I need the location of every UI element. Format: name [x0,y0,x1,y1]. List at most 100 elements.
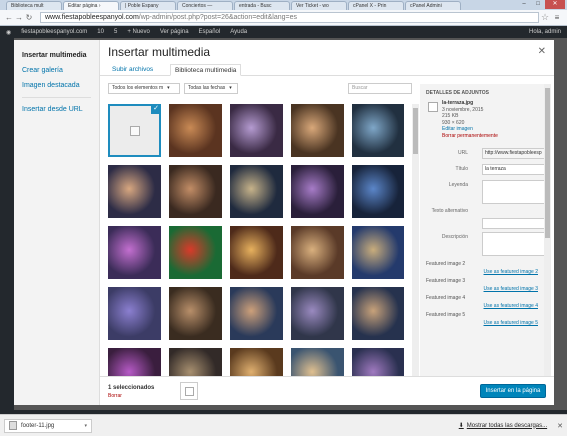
adminbar-site[interactable]: fiestapobleespanyol.com [21,29,87,35]
field-description: Descripción [426,232,546,258]
close-icon[interactable]: ✕ [557,422,563,430]
menu-insert-media[interactable]: Insertar multimedia [14,48,99,63]
tab-media-library[interactable]: Biblioteca multimedia [170,64,242,76]
menu-featured-image[interactable]: Imagen destacada [14,78,99,93]
attachment-thumbnail[interactable] [230,348,283,376]
attachment-thumbnail[interactable] [291,104,344,157]
browser-tab[interactable]: Biblioteca mult [6,1,62,10]
broken-image-icon [185,387,194,396]
adminbar-view[interactable]: Ver página [160,29,189,35]
browser-tab[interactable]: | Poble Espany [120,1,176,10]
attachment-thumbnail[interactable] [169,226,222,279]
browser-tab[interactable]: Editar página › [63,1,119,10]
attachment-thumbnail[interactable] [291,226,344,279]
details-text: la-terraza.jpg 3 noviembre, 2015 215 KB … [442,100,498,139]
minimize-icon[interactable]: – [517,0,531,9]
clear-selection-link[interactable]: Borrar [108,393,122,399]
adminbar-help[interactable]: Ayuda [230,29,247,35]
use-as-featured-link[interactable]: Use as featured image 2 [426,269,540,275]
attachment-thumbnail[interactable] [352,348,404,376]
use-as-featured-link[interactable]: Use as featured image 4 [426,303,540,309]
attachment-thumbnail[interactable] [108,348,161,376]
attachment-thumbnail[interactable] [230,287,283,340]
attachment-thumbnail[interactable] [230,165,283,218]
attachment-thumbnail[interactable] [352,287,404,340]
attachment-thumbnail[interactable] [169,348,222,376]
wp-logo-icon[interactable]: ◉ [6,29,11,36]
details-thumbnail [428,102,438,112]
details-scrollbar-thumb[interactable] [545,88,550,238]
attachment-thumbnail[interactable] [291,348,344,376]
attachment-thumbnail[interactable] [169,104,222,157]
back-icon[interactable]: ← [4,13,14,22]
reload-icon[interactable]: ↻ [24,13,34,22]
attachment-thumbnail[interactable] [352,165,404,218]
grid-scrollbar[interactable] [412,104,419,376]
featured-image-row: Featured image 2 Use as featured image 2 [426,261,540,275]
bookmark-star-icon[interactable]: ☆ [539,12,551,23]
forward-icon[interactable]: → [14,13,24,22]
attachment-thumbnail[interactable] [108,226,161,279]
delete-permanently-link[interactable]: Borrar permanentemente [442,133,498,140]
adminbar-comments[interactable]: 5 [114,29,117,35]
caption-textarea[interactable] [482,180,546,204]
menu-insert-from-url[interactable]: Insertar desde URL [14,102,99,117]
attachment-thumbnail[interactable] [291,165,344,218]
maximize-icon[interactable]: □ [531,0,545,9]
attachment-thumbnail[interactable]: ✓ [108,104,161,157]
details-scrollbar[interactable] [544,84,551,376]
media-toolbar: 1 seleccionados Borrar Insertar en la pá… [100,376,554,405]
field-caption: Leyenda [426,180,546,206]
adminbar-greeting[interactable]: Hola, admin [529,29,561,35]
attachment-thumbnail[interactable] [108,287,161,340]
featured-image-label: Featured image 2 [426,261,466,267]
selection-thumbnail[interactable] [180,382,198,400]
browser-tab[interactable]: cPanel Admini [405,1,461,10]
url-field-input[interactable]: http://www.fiestapobleesp [482,148,546,159]
field-caption-label: Leyenda [448,182,468,188]
show-all-downloads-label: Mostrar todas las descargas... [466,422,548,429]
attachment-thumbnail[interactable] [169,165,222,218]
chevron-down-icon[interactable]: ▾ [84,423,87,429]
attachment-thumbnail[interactable] [230,104,283,157]
insert-into-page-button[interactable]: Insertar en la página [480,384,546,398]
adminbar-lang[interactable]: Español [199,29,221,35]
media-router: Subir archivos Biblioteca multimedia [100,60,554,76]
download-item[interactable]: footer-11.jpg ▾ [4,418,92,433]
file-icon [9,421,17,430]
attachments-grid: ✓ [108,104,404,376]
use-as-featured-link[interactable]: Use as featured image 5 [426,320,540,326]
attachment-thumbnail[interactable] [352,104,404,157]
description-textarea[interactable] [482,232,546,256]
close-icon[interactable]: ✕ [538,46,546,57]
adminbar-updates[interactable]: 10 [97,29,104,35]
browser-tab[interactable]: Ver Ticket - wo [291,1,347,10]
modal-title: Insertar multimedia [108,45,211,59]
show-all-downloads-link[interactable]: ⬇ Mostrar todas las descargas... [459,422,548,430]
browser-tab[interactable]: Conciertos — [177,1,233,10]
grid-scrollbar-thumb[interactable] [413,108,418,154]
wp-admin-sidebar [0,38,14,410]
menu-create-gallery[interactable]: Crear galería [14,63,99,78]
alt-text-input[interactable] [482,218,546,229]
tab-upload-files[interactable]: Subir archivos [108,64,157,76]
url-field[interactable]: www.fiestapobleespanyol.com/wp-admin/pos… [40,12,539,23]
featured-image-row: Featured image 5 Use as featured image 5 [426,312,540,326]
title-field-input[interactable]: la terraza [482,164,546,175]
attachment-thumbnail[interactable] [169,287,222,340]
browser-menu-icon[interactable]: ≡ [551,13,563,22]
type-filter-select[interactable]: Todos los elementos m ▾ [108,83,180,94]
search-input[interactable]: Buscar [348,83,412,94]
close-window-icon[interactable]: ✕ [545,0,565,9]
browser-tab[interactable]: cPanel X - Prin [348,1,404,10]
use-as-featured-link[interactable]: Use as featured image 3 [426,286,540,292]
attachment-thumbnail[interactable] [230,226,283,279]
browser-tab[interactable]: entrada - Busc [234,1,290,10]
attachment-thumbnail[interactable] [108,165,161,218]
featured-image-row: Featured image 4 Use as featured image 4 [426,295,540,309]
attachment-thumbnail[interactable] [291,287,344,340]
date-filter-select[interactable]: Todas las fechas ▾ [184,83,238,94]
check-icon[interactable]: ✓ [151,104,161,114]
adminbar-new[interactable]: + Nuevo [127,29,150,35]
attachment-thumbnail[interactable] [352,226,404,279]
